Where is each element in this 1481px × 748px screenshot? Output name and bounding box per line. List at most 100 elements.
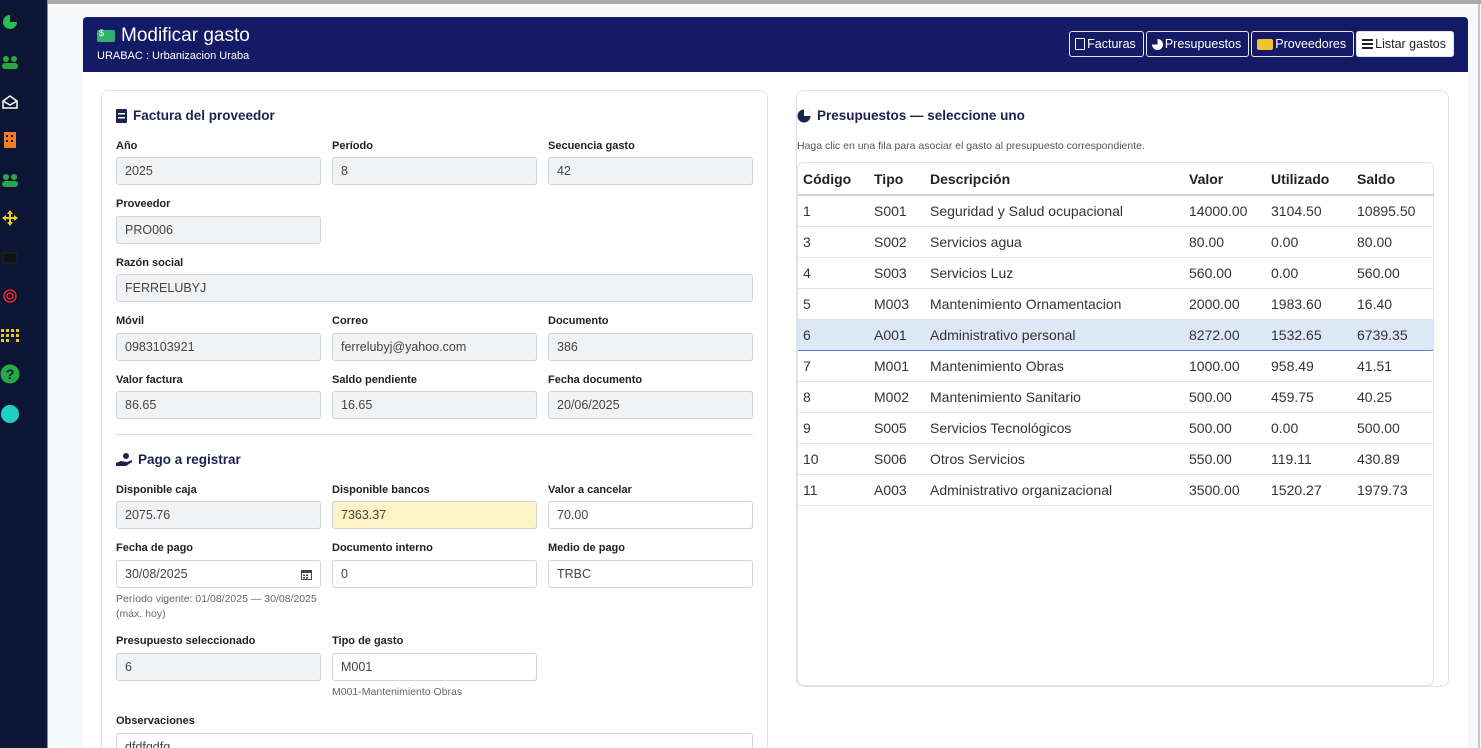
column-saldo: Saldo (1352, 163, 1433, 196)
proveedor-field: PRO006 (116, 216, 321, 244)
table-cell: 9 (798, 412, 869, 444)
table-cell: Servicios Luz (925, 257, 1184, 289)
table-cell: 500.00 (1352, 412, 1433, 444)
envelope-icon[interactable] (0, 248, 20, 268)
scrollbar[interactable] (1478, 4, 1480, 748)
users-icon[interactable] (0, 52, 20, 72)
table-row[interactable]: 6 A001 Administrativo personal 8272.00 1532.… (798, 318, 1433, 351)
saldo-pendiente-label: Saldo pendiente (332, 374, 417, 386)
documento-label: Documento (548, 315, 609, 327)
fecha-documento-field: 20/06/2025 (548, 391, 753, 419)
observaciones-textarea[interactable]: dfdfgdfg (116, 733, 753, 748)
secuencia-field: 42 (548, 157, 753, 185)
table-cell: 0.00 (1266, 257, 1352, 289)
pago-title: Pago a registrar (138, 452, 241, 467)
table-cell: 2000.00 (1184, 288, 1266, 320)
razon-social-field: FERRELUBYJ (116, 274, 753, 302)
table-row[interactable]: 5 M003 Mantenimiento Ornamentacion 2000.00 1… (798, 288, 1433, 320)
listar-gastos-label: Listar gastos (1375, 37, 1446, 51)
column-tipo: Tipo (869, 163, 925, 196)
chart-pie-icon (797, 109, 811, 122)
factura-title: Factura del proveedor (133, 108, 275, 123)
calendar-icon[interactable] (301, 569, 312, 580)
disponible-caja-field: 2075.76 (116, 501, 321, 529)
table-cell: Servicios agua (925, 226, 1184, 258)
table-cell: 1 (798, 195, 869, 227)
table-row[interactable]: 7 M001 Mantenimiento Obras 1000.00 958.49 41.… (798, 350, 1433, 382)
arrows-icon[interactable] (0, 208, 20, 228)
section-divider (116, 434, 753, 435)
presupuestos-button[interactable]: Presupuestos (1145, 31, 1250, 57)
table-cell: 500.00 (1184, 381, 1266, 413)
valor-cancelar-label: Valor a cancelar (548, 484, 632, 496)
building-icon[interactable] (0, 130, 20, 150)
saldo-pendiente-field: 16.65 (332, 391, 537, 419)
table-cell: 0.00 (1266, 226, 1352, 258)
table-cell: S003 (869, 257, 925, 289)
money-bill-icon (97, 28, 115, 42)
table-row[interactable]: 10 S006 Otros Servicios 550.00 119.11 430.89 (798, 443, 1433, 475)
table-cell: Servicios Tecnológicos (925, 412, 1184, 444)
table-cell: 8 (798, 381, 869, 413)
column-valor: Valor (1184, 163, 1266, 196)
tipo-gasto-input[interactable]: M001 (332, 653, 537, 681)
table-cell: S001 (869, 195, 925, 227)
facturas-button[interactable]: Facturas (1069, 31, 1144, 57)
valor-cancelar-input[interactable]: 70.00 (548, 501, 753, 529)
table-row[interactable]: 4 S003 Servicios Luz 560.00 0.00 560.00 (798, 257, 1433, 289)
presupuestos-label: Presupuestos (1164, 37, 1242, 51)
table-cell: Administrativo personal (925, 318, 1184, 351)
question-icon[interactable]: ? (0, 364, 20, 384)
observaciones-label: Observaciones (116, 715, 195, 727)
table-row[interactable]: 8 M002 Mantenimiento Sanitario 500.00 459.75… (798, 381, 1433, 413)
factura-section-title: Factura del proveedor (116, 108, 275, 123)
anio-field: 2025 (116, 157, 321, 185)
dot-icon[interactable] (0, 404, 20, 424)
proveedores-button[interactable]: Proveedores (1251, 31, 1355, 57)
table-cell: S005 (869, 412, 925, 444)
disponible-bancos-field: 7363.37 (332, 501, 537, 529)
documento-interno-input[interactable]: 0 (332, 560, 537, 588)
chart-pie-icon[interactable] (0, 12, 20, 32)
table-cell: A003 (869, 474, 925, 506)
valor-factura-field: 86.65 (116, 391, 321, 419)
table-row[interactable]: 9 S005 Servicios Tecnológicos 500.00 0.00 500… (798, 412, 1433, 444)
table-cell: 1520.27 (1266, 474, 1352, 506)
page-subtitle: URABAC : Urbanizacion Uraba (97, 50, 250, 62)
table-cell: 10895.50 (1352, 195, 1433, 227)
medio-pago-input[interactable]: TRBC (548, 560, 753, 588)
column-descripcion: Descripción (925, 163, 1184, 196)
table-cell: 14000.00 (1184, 195, 1266, 227)
table-cell: 560.00 (1184, 257, 1266, 289)
file-invoice-icon (1075, 38, 1086, 50)
table-cell: M003 (869, 288, 925, 320)
table-row[interactable]: 1 S001 Seguridad y Salud ocupacional 14000.… (798, 195, 1433, 227)
envelope-icon[interactable] (0, 92, 20, 112)
listar-gastos-button[interactable]: Listar gastos (1356, 31, 1454, 57)
table-cell: 3500.00 (1184, 474, 1266, 506)
table-header-row: Código Tipo Descripción Valor Utilizado … (798, 163, 1433, 196)
razon-social-label: Razón social (116, 257, 184, 269)
table-cell: Otros Servicios (925, 443, 1184, 475)
page-header: Modificar gasto URABAC : Urbanizacion Ur… (83, 17, 1468, 72)
grid-icon[interactable] (0, 325, 20, 345)
table-cell: 119.11 (1266, 443, 1352, 475)
table-cell: 80.00 (1352, 226, 1433, 258)
users-icon[interactable] (0, 170, 20, 190)
table-row[interactable]: 11 A003 Administrativo organizacional 3500.… (798, 474, 1433, 506)
table-cell: M002 (869, 381, 925, 413)
table-cell: 459.75 (1266, 381, 1352, 413)
table-cell: Mantenimiento Sanitario (925, 381, 1184, 413)
truck-icon (1257, 38, 1274, 50)
presupuestos-table-container: Código Tipo Descripción Valor Utilizado … (797, 162, 1434, 686)
table-row[interactable]: 3 S002 Servicios agua 80.00 0.00 80.00 (798, 226, 1433, 258)
fecha-pago-input[interactable]: 30/08/2025 (116, 560, 321, 588)
pago-section-title: Pago a registrar (116, 452, 241, 467)
documento-field: 386 (548, 333, 753, 361)
table-cell: 5 (798, 288, 869, 320)
anio-label: Año (116, 140, 138, 152)
presupuestos-title: Presupuestos — seleccione uno (817, 108, 1025, 123)
table-cell: 40.25 (1352, 381, 1433, 413)
fingerprint-icon[interactable] (0, 286, 20, 306)
table-cell: 10 (798, 443, 869, 475)
